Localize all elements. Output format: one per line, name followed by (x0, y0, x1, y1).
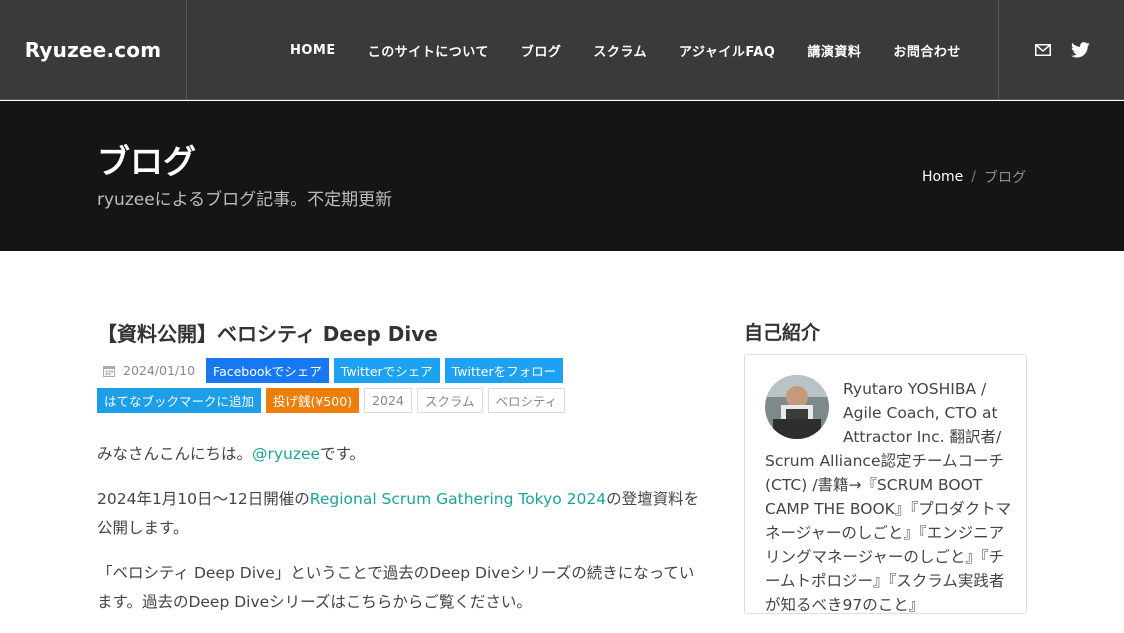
profile-description: Ryutaro YOSHIBA / Agile Coach, CTO at At… (765, 377, 1015, 617)
author-link[interactable]: @ryuzee (252, 445, 320, 463)
breadcrumb-separator: / (971, 169, 976, 185)
sidebar-title: 自己紹介 (744, 322, 821, 344)
logo-container: Ryuzee.com (0, 0, 187, 100)
tag-scrum[interactable]: スクラム (416, 388, 483, 413)
social-links (998, 0, 1124, 100)
paragraph-greeting: みなさんこんにちは。@ryuzeeです。 (97, 440, 702, 469)
event-link[interactable]: Regional Scrum Gathering Tokyo 2024 (310, 490, 606, 508)
twitter-follow-button[interactable]: Twitterをフォロー (444, 358, 564, 383)
paragraph-event: 2024年1月10日〜12日開催のRegional Scrum Gatherin… (97, 485, 702, 543)
tag-velocity[interactable]: ベロシティ (487, 388, 566, 413)
greeting-suffix: です。 (320, 445, 366, 463)
nav-talks[interactable]: 講演資料 (791, 41, 877, 60)
hatena-bookmark-button[interactable]: はてなブックマークに追加 (97, 388, 262, 413)
tip-button[interactable]: 投げ銭(¥500) (266, 388, 360, 413)
avatar-spacer (765, 377, 843, 449)
nav-agile-faq[interactable]: アジャイルFAQ (663, 41, 791, 60)
nav-home[interactable]: HOME (274, 43, 352, 58)
breadcrumb-current: ブログ (984, 170, 1026, 186)
site-header: Ryuzee.com HOME このサイトについて ブログ スクラム アジャイル… (0, 0, 1124, 100)
main-nav: HOME このサイトについて ブログ スクラム アジャイルFAQ 講演資料 お問… (274, 0, 977, 100)
post-date-value: 2024/01/10 (123, 363, 196, 378)
twitter-share-button[interactable]: Twitterでシェア (333, 358, 440, 383)
mail-icon[interactable] (1033, 40, 1053, 60)
twitter-icon[interactable] (1071, 40, 1091, 60)
nav-blog[interactable]: ブログ (505, 41, 578, 60)
breadcrumb-home[interactable]: Home (922, 169, 963, 185)
greeting-text: みなさんこんにちは。 (97, 445, 253, 463)
calendar-icon (103, 365, 115, 377)
article-body: みなさんこんにちは。@ryuzeeです。 2024年1月10日〜12日開催のRe… (97, 440, 702, 633)
article-meta: 2024/01/10 Facebookでシェア Twitterでシェア Twit… (97, 358, 697, 413)
tag-2024[interactable]: 2024 (364, 388, 412, 413)
event-text: 2024年1月10日〜12日開催の (97, 490, 310, 508)
facebook-share-button[interactable]: Facebookでシェア (206, 358, 329, 383)
paragraph-series: 「ベロシティ Deep Dive」ということで過去のDeep Diveシリーズの… (97, 564, 695, 611)
page-subtitle: ryuzeeによるブログ記事。不定期更新 (97, 190, 393, 210)
article-title[interactable]: 【資料公開】ベロシティ Deep Dive (97, 318, 438, 347)
profile-card: Ryutaro YOSHIBA / Agile Coach, CTO at At… (744, 354, 1027, 614)
breadcrumb: Home / ブログ (922, 167, 1026, 187)
post-date: 2024/01/10 (97, 358, 201, 383)
page-title: ブログ (97, 142, 196, 181)
page-hero: ブログ ryuzeeによるブログ記事。不定期更新 Home / ブログ (0, 101, 1124, 251)
nav-scrum[interactable]: スクラム (577, 41, 663, 60)
nav-contact[interactable]: お問合わせ (877, 41, 977, 60)
nav-about[interactable]: このサイトについて (352, 41, 505, 60)
site-logo[interactable]: Ryuzee.com (25, 38, 162, 62)
